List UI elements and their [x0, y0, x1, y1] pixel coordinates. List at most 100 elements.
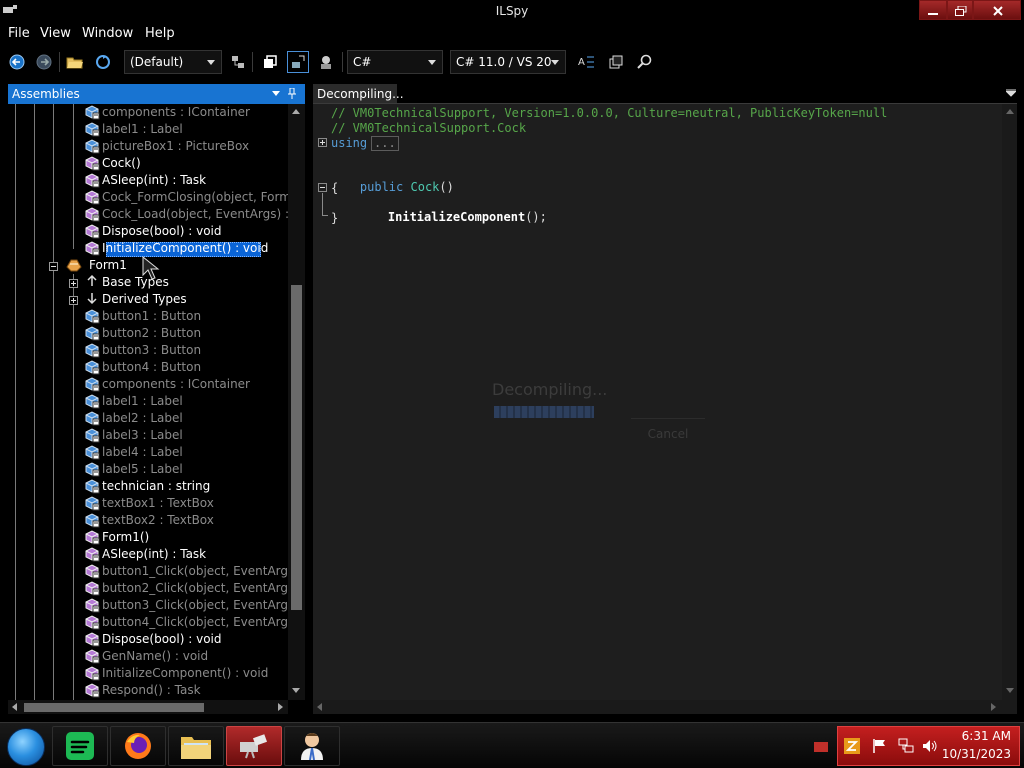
spotify-icon	[66, 732, 94, 760]
tree-horizontal-scrollbar[interactable]	[8, 700, 288, 714]
code-editor[interactable]: // VM0TechnicalSupport, Version=1.0.0.0,…	[313, 104, 1002, 700]
menu-help[interactable]: Help	[145, 26, 175, 41]
pane-menu-icon[interactable]	[272, 91, 280, 97]
method-icon	[84, 189, 100, 205]
window-title: ILSpy	[495, 4, 529, 18]
tree-node-label: technician : string	[102, 479, 211, 493]
clock-time[interactable]: 6:31 AM	[962, 729, 1011, 743]
volume-icon[interactable]	[922, 738, 938, 754]
tree-node-label: ASleep(int) : Task	[102, 173, 207, 187]
assemblies-pane-header: Assemblies	[8, 84, 305, 104]
method-icon	[84, 580, 100, 596]
restore-icon	[955, 6, 967, 16]
tree-node-label: button4 : Button	[102, 360, 202, 374]
close-button[interactable]	[973, 0, 1021, 20]
tree-node-label: label3 : Label	[102, 428, 183, 442]
editor-vertical-scrollbar[interactable]	[1002, 104, 1017, 700]
method-icon	[84, 206, 100, 222]
tree-node-label: Respond() : Task	[102, 683, 201, 697]
using-fold-toggle[interactable]	[318, 138, 327, 147]
field-icon	[84, 325, 100, 341]
scroll-down-icon[interactable]	[292, 688, 300, 693]
base-types-expand-toggle[interactable]	[69, 279, 78, 288]
reload-button[interactable]	[92, 51, 114, 73]
copy-button[interactable]	[605, 51, 627, 73]
show-all-button[interactable]	[287, 51, 309, 73]
language-value: C#	[353, 55, 372, 69]
scroll-left-icon[interactable]	[12, 703, 17, 711]
form1-collapse-toggle[interactable]	[49, 262, 58, 271]
code-call-tail: ();	[525, 210, 547, 224]
scroll-left-icon[interactable]	[317, 703, 322, 711]
taskbar-file-explorer[interactable]	[168, 726, 224, 766]
tab-list-menu-icon[interactable]	[1006, 89, 1016, 97]
taskbar-firefox[interactable]	[110, 726, 166, 766]
tree-vertical-scrollbar[interactable]	[288, 104, 305, 700]
search-button[interactable]	[633, 51, 655, 73]
language-combo[interactable]: C#	[347, 50, 443, 74]
field-icon	[84, 512, 100, 528]
tree-node-label: Derived Types	[102, 292, 187, 306]
start-button[interactable]	[7, 728, 45, 766]
chevron-down-icon	[207, 60, 215, 65]
code-call-name[interactable]: InitializeComponent	[388, 210, 525, 224]
cancel-decompile-button[interactable]: Cancel	[631, 418, 705, 441]
network-icon[interactable]	[898, 738, 914, 754]
scroll-thumb[interactable]	[24, 703, 204, 712]
show-hidden-icons-icon[interactable]	[814, 741, 828, 753]
menu-file[interactable]: File	[8, 26, 30, 41]
forward-button[interactable]	[33, 51, 55, 73]
scroll-right-icon[interactable]	[278, 703, 283, 711]
show-compiler-generated-button[interactable]	[315, 51, 337, 73]
minimize-button[interactable]	[919, 0, 947, 20]
taskbar-support-agent[interactable]	[284, 726, 340, 766]
tree-guide-line	[15, 104, 16, 700]
toolbar: (Default) C# C# 11.0 / VS 2022.4 A	[0, 46, 1024, 78]
toolbar-separator	[342, 52, 343, 72]
code-using-collapsed[interactable]: ...	[371, 136, 399, 151]
method-fold-toggle[interactable]	[318, 183, 327, 192]
pin-icon[interactable]	[288, 88, 296, 99]
scroll-down-icon[interactable]	[1006, 688, 1014, 693]
chevron-down-icon	[428, 60, 436, 65]
taskbar-ilspy[interactable]	[226, 726, 282, 766]
tree-node-label: Form1	[89, 258, 127, 272]
maximize-button[interactable]	[947, 0, 973, 20]
scroll-up-icon[interactable]	[1006, 109, 1014, 114]
code-ctor-name[interactable]: Cock	[411, 180, 440, 194]
taskbar: 6:31 AM 10/31/2023	[0, 722, 1024, 768]
tree-node-label: Cock_FormClosing(object, FormCl	[102, 190, 288, 204]
scroll-up-icon[interactable]	[292, 109, 300, 114]
method-icon	[84, 648, 100, 664]
back-button[interactable]	[6, 51, 28, 73]
derived-types-expand-toggle[interactable]	[69, 296, 78, 305]
language-version-combo[interactable]: C# 11.0 / VS 2022.4	[450, 50, 566, 74]
assembly-list-combo[interactable]: (Default)	[124, 50, 222, 74]
method-icon	[84, 597, 100, 613]
tree-node-label: Cock_Load(object, EventArgs) : voi	[102, 207, 288, 221]
manage-assembly-lists-button[interactable]	[227, 51, 249, 73]
tab-decompiling[interactable]: Decompiling...	[313, 84, 404, 104]
show-internal-button[interactable]	[259, 51, 281, 73]
open-button[interactable]	[64, 51, 86, 73]
forward-arrow-icon	[36, 54, 52, 70]
menu-view[interactable]: View	[40, 26, 71, 41]
tree-node-label: GenName() : void	[102, 649, 209, 663]
field-icon	[84, 104, 100, 120]
tab-label: Decompiling...	[317, 87, 404, 101]
tree-node-label: label4 : Label	[102, 445, 183, 459]
tray-app-icon[interactable]	[844, 738, 860, 754]
decompiling-progress-bar	[494, 406, 594, 418]
action-center-flag-icon[interactable]	[872, 738, 888, 754]
tree-guide-line	[73, 104, 74, 249]
scroll-thumb[interactable]	[291, 285, 302, 610]
method-icon	[84, 529, 100, 545]
clock-date[interactable]: 10/31/2023	[942, 747, 1011, 761]
theme-button[interactable]: A	[576, 51, 598, 73]
tree-node-label: ASleep(int) : Task	[102, 547, 207, 561]
editor-horizontal-scrollbar[interactable]	[313, 700, 1017, 714]
scroll-right-icon[interactable]	[991, 703, 996, 711]
taskbar-spotify[interactable]	[52, 726, 108, 766]
menu-window[interactable]: Window	[82, 26, 133, 41]
assembly-tree[interactable]: components : IContainer label1 : Label pic…	[8, 104, 288, 700]
